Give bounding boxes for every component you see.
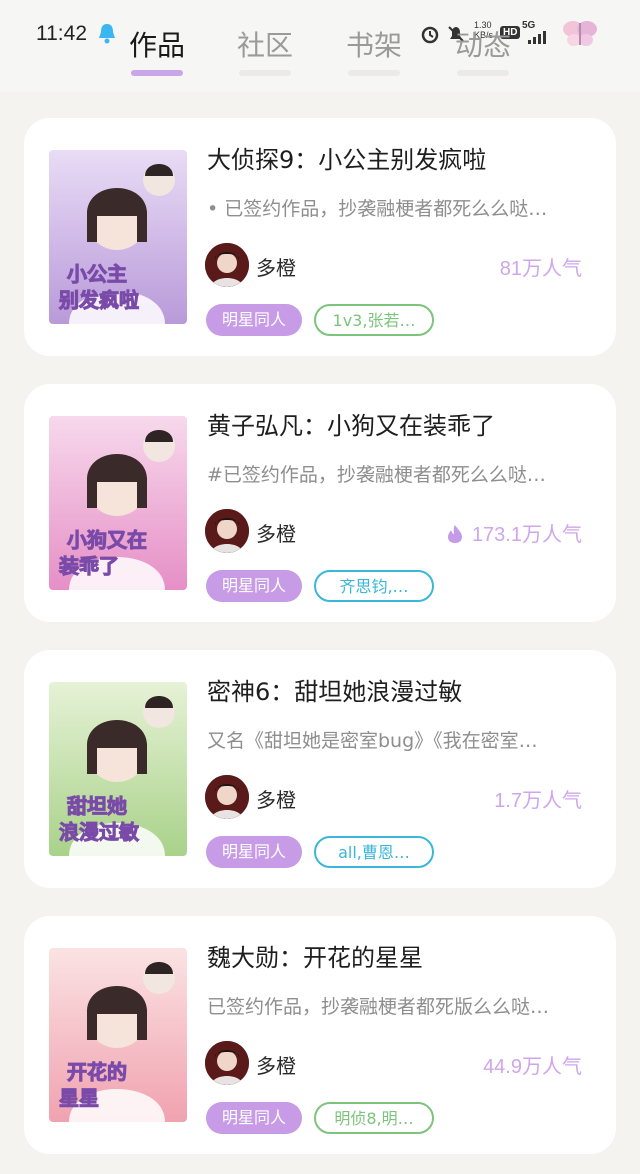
cp-tag[interactable]: all,曹恩… — [314, 836, 434, 868]
book-cover-image[interactable]: 甜坦她 浪漫过敏 — [49, 682, 187, 856]
cp-tag[interactable]: 齐思钧,… — [314, 570, 434, 602]
tab-label: 社区 — [236, 29, 293, 62]
tab-indicator — [348, 70, 400, 76]
work-card[interactable]: 小狗又在 装乖了 黄子弘凡：小狗又在装乖了 #已签约作品，抄袭融梗者都死么么哒…… — [24, 384, 616, 622]
book-cover-image[interactable]: 小公主 别发疯啦 — [49, 150, 187, 324]
book-cover-image[interactable]: 开花的 星星 — [49, 948, 187, 1122]
cp-tag[interactable]: 明侦8,明… — [314, 1102, 434, 1134]
work-card[interactable]: 开花的 星星 魏大勋：开花的星星 已签约作品，抄袭融梗者都死版么么哒… 多橙 4… — [24, 916, 616, 1154]
cover-title-line-1: 开花的 — [67, 1060, 128, 1085]
author-name[interactable]: 多橙 — [256, 784, 296, 813]
category-tag[interactable]: 明星同人 — [206, 304, 302, 336]
cp-tag[interactable]: 1v3,张若… — [314, 304, 434, 336]
work-description: 又名《甜坦她是密室bug》《我在密室… — [207, 730, 538, 752]
work-description: 已签约作品，抄袭融梗者都死版么么哒… — [207, 996, 550, 1018]
popularity-count: 173.1万人气 — [446, 518, 582, 547]
author-avatar[interactable] — [205, 1041, 249, 1085]
popularity-text: 81万人气 — [499, 258, 582, 280]
category-tag[interactable]: 明星同人 — [206, 836, 302, 868]
tab-label: 动态 — [454, 29, 511, 62]
tab-label: 作品 — [128, 29, 185, 62]
author-name[interactable]: 多橙 — [256, 252, 296, 281]
popularity-count: 1.7万人气 — [494, 784, 582, 813]
author-name[interactable]: 多橙 — [256, 1050, 296, 1079]
popularity-text: 44.9万人气 — [483, 1056, 582, 1078]
work-description: #已签约作品，抄袭融梗者都死么么哒… — [207, 464, 546, 486]
work-card[interactable]: 小公主 别发疯啦 大侦探9：小公主别发疯啦 • 已签约作品，抄袭融梗者都死么么哒… — [24, 118, 616, 356]
cover-title-line-1: 甜坦她 — [67, 794, 128, 819]
book-cover-image[interactable]: 小狗又在 装乖了 — [49, 416, 187, 590]
cover-title-line-2: 别发疯啦 — [59, 288, 140, 313]
tab-indicator — [131, 70, 183, 76]
category-tag[interactable]: 明星同人 — [206, 570, 302, 602]
tab-community[interactable]: 社区 — [210, 24, 320, 76]
tab-indicator — [239, 70, 291, 76]
work-card[interactable]: 甜坦她 浪漫过敏 密神6：甜坦她浪漫过敏 又名《甜坦她是密室bug》《我在密室…… — [24, 650, 616, 888]
flame-icon — [447, 525, 462, 543]
work-description: • 已签约作品，抄袭融梗者都死么么哒… — [207, 198, 548, 220]
tab-indicator — [457, 70, 509, 76]
cover-title-line-2: 装乖了 — [59, 554, 120, 579]
tab-works[interactable]: 作品 — [102, 24, 212, 76]
author-avatar[interactable] — [205, 243, 249, 287]
author-avatar[interactable] — [205, 775, 249, 819]
work-title[interactable]: 黄子弘凡：小狗又在装乖了 — [207, 406, 495, 441]
author-avatar[interactable] — [205, 509, 249, 553]
top-bar: 11:42 1.30 KB/s HD 5G 作品 社区 书架 动态 — [0, 0, 640, 92]
tab-label: 书架 — [345, 29, 402, 62]
author-name[interactable]: 多橙 — [256, 518, 296, 547]
popularity-count: 44.9万人气 — [483, 1050, 582, 1079]
work-title[interactable]: 密神6：甜坦她浪漫过敏 — [207, 672, 462, 707]
tab-bar: 作品 社区 书架 动态 — [0, 20, 640, 80]
tab-feed[interactable]: 动态 — [428, 24, 538, 76]
category-tag[interactable]: 明星同人 — [206, 1102, 302, 1134]
cover-title-line-2: 浪漫过敏 — [59, 820, 140, 845]
work-title[interactable]: 魏大勋：开花的星星 — [207, 938, 423, 973]
tab-bookshelf[interactable]: 书架 — [319, 24, 429, 76]
cover-title-line-1: 小公主 — [67, 262, 128, 287]
work-title[interactable]: 大侦探9：小公主别发疯啦 — [207, 140, 486, 175]
popularity-count: 81万人气 — [500, 252, 582, 281]
cover-title-line-1: 小狗又在 — [67, 528, 148, 553]
butterfly-icon[interactable] — [560, 14, 600, 54]
cover-title-line-2: 星星 — [59, 1086, 100, 1111]
popularity-text: 1.7万人气 — [494, 790, 582, 812]
popularity-text: 173.1万人气 — [471, 524, 582, 546]
